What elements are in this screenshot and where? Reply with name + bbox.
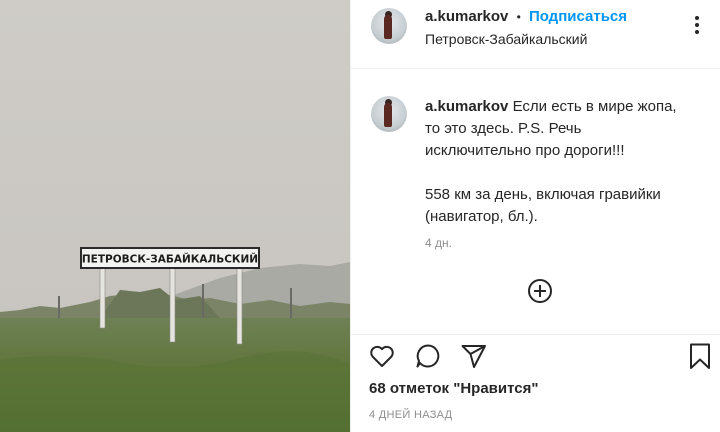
plus-circle-icon[interactable] xyxy=(527,278,553,304)
caption-line: то это здесь. P.S. Речь xyxy=(425,120,582,137)
town-sign-text: ПЕТРОВСК-ЗАБАЙКАЛЬСКИЙ xyxy=(82,253,258,266)
username-link[interactable]: a.kumarkov xyxy=(425,8,508,25)
photo-scene: ПЕТРОВСК-ЗАБАЙКАЛЬСКИЙ xyxy=(0,0,350,432)
pole xyxy=(290,288,292,318)
action-bar xyxy=(351,334,720,379)
avatar[interactable] xyxy=(371,96,407,132)
sign-post-left xyxy=(99,265,106,329)
sign-post-middle xyxy=(169,265,176,343)
caption-gap xyxy=(425,162,711,184)
more-options-icon[interactable] xyxy=(693,14,713,34)
avatar-figure xyxy=(384,103,392,127)
caption-line-text: Если есть в мире жопа, xyxy=(512,98,677,115)
more-dot xyxy=(695,16,699,20)
pole xyxy=(202,284,204,318)
comment-icon[interactable] xyxy=(413,341,443,371)
avatar[interactable] xyxy=(371,8,407,44)
caption-username[interactable]: a.kumarkov xyxy=(425,98,508,115)
more-dot xyxy=(695,30,699,34)
bookmark-icon[interactable] xyxy=(685,341,715,371)
location-link[interactable]: Петровск-Забайкальский xyxy=(425,31,587,47)
post-date[interactable]: 4 ДНЕЙ НАЗАД xyxy=(369,409,452,421)
post-photo[interactable]: ПЕТРОВСК-ЗАБАЙКАЛЬСКИЙ xyxy=(0,0,350,432)
more-dot xyxy=(695,23,699,27)
caption-line: a.kumarkov Если есть в мире жопа, xyxy=(425,96,711,118)
pole xyxy=(58,296,60,318)
likes-count[interactable]: 68 отметок "Нравится" xyxy=(369,380,538,397)
sign-post-right xyxy=(236,265,243,345)
caption-line: исключительно про дороги!!! xyxy=(425,142,625,159)
caption-line: (навигатор, бл.). xyxy=(425,208,538,225)
heart-icon[interactable] xyxy=(367,341,397,371)
caption-time: 4 дн. xyxy=(425,236,452,250)
caption-text: a.kumarkov Если есть в мире жопа, то это… xyxy=(425,96,711,228)
caption-line: 558 км за день, включая гравийки xyxy=(425,186,661,203)
follow-button[interactable]: Подписаться xyxy=(529,8,627,25)
avatar-figure xyxy=(384,15,392,39)
post-header: a.kumarkov • Подписаться Петровск-Забайк… xyxy=(351,0,720,69)
separator-dot: • xyxy=(516,10,521,24)
header-user-line: a.kumarkov • Подписаться xyxy=(425,8,627,25)
share-icon[interactable] xyxy=(459,341,489,371)
post-panel: a.kumarkov • Подписаться Петровск-Забайк… xyxy=(350,0,720,432)
